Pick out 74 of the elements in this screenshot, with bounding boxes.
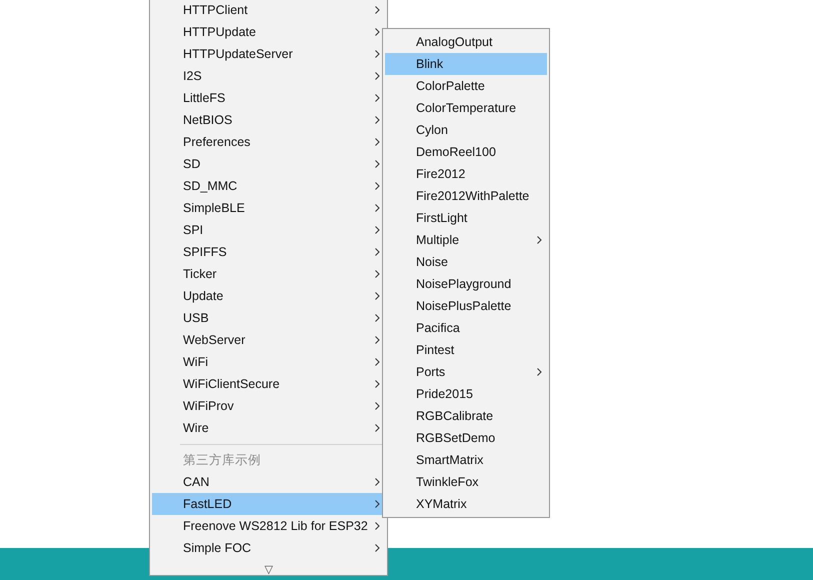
menu-item[interactable]: WebServer <box>152 329 385 351</box>
menu-item[interactable]: Noise <box>385 251 547 273</box>
menu-item[interactable]: Freenove WS2812 Lib for ESP32 <box>152 515 385 537</box>
menu-item[interactable]: USB <box>152 307 385 329</box>
menu-item[interactable]: NoisePlusPalette <box>385 295 547 317</box>
chevron-right-icon <box>375 336 380 344</box>
menu-item[interactable]: ColorPalette <box>385 75 547 97</box>
menu-section-header: 第三方库示例 <box>182 452 262 469</box>
chevron-right-icon <box>375 544 380 552</box>
menu-item[interactable]: Update <box>152 285 385 307</box>
chevron-right-icon <box>375 138 380 146</box>
menu-item[interactable]: Multiple <box>385 229 547 251</box>
menu-item[interactable]: I2S <box>152 65 385 87</box>
menu-item[interactable]: HTTPUpdateServer <box>152 43 385 65</box>
menu-item[interactable]: FastLED <box>152 493 385 515</box>
chevron-right-icon <box>375 358 380 366</box>
menu-item[interactable]: Cylon <box>385 119 547 141</box>
menu-item[interactable]: Pintest <box>385 339 547 361</box>
chevron-right-icon <box>375 116 380 124</box>
menu-item[interactable]: SPI <box>152 219 385 241</box>
chevron-right-icon <box>375 522 380 530</box>
chevron-right-icon <box>375 204 380 212</box>
chevron-right-icon <box>375 424 380 432</box>
chevron-right-icon <box>375 314 380 322</box>
menu-item[interactable]: Simple FOC <box>152 537 385 559</box>
menu-item[interactable]: HTTPClient <box>152 0 385 21</box>
menu-item[interactable]: RGBCalibrate <box>385 405 547 427</box>
menu-item[interactable]: Pride2015 <box>385 383 547 405</box>
menu-item[interactable]: WiFiProv <box>152 395 385 417</box>
menu-item[interactable]: HTTPUpdate <box>152 21 385 43</box>
menu-item[interactable]: Ticker <box>152 263 385 285</box>
menu-item[interactable]: LittleFS <box>152 87 385 109</box>
chevron-right-icon <box>375 72 380 80</box>
menu-item[interactable]: ColorTemperature <box>385 97 547 119</box>
menu-item[interactable]: Wire <box>152 417 385 439</box>
menu-item[interactable]: SPIFFS <box>152 241 385 263</box>
chevron-right-icon <box>537 236 542 244</box>
menu-item[interactable]: FirstLight <box>385 207 547 229</box>
chevron-right-icon <box>375 402 380 410</box>
menu-item[interactable]: SmartMatrix <box>385 449 547 471</box>
menu-item[interactable]: Fire2012 <box>385 163 547 185</box>
menu-item[interactable]: WiFiClientSecure <box>152 373 385 395</box>
menu-item[interactable]: Ports <box>385 361 547 383</box>
menu-item[interactable]: DemoReel100 <box>385 141 547 163</box>
chevron-right-icon <box>375 50 380 58</box>
menu-item[interactable]: AnalogOutput <box>385 31 547 53</box>
chevron-right-icon <box>375 226 380 234</box>
scroll-down-arrow[interactable]: ▽ <box>264 562 272 576</box>
menu-item[interactable]: SD_MMC <box>152 175 385 197</box>
chevron-right-icon <box>375 94 380 102</box>
menu-item[interactable]: TwinkleFox <box>385 471 547 493</box>
menu-item[interactable]: WiFi <box>152 351 385 373</box>
menu-item[interactable]: NoisePlayground <box>385 273 547 295</box>
menu-item[interactable]: RGBSetDemo <box>385 427 547 449</box>
chevron-right-icon <box>375 292 380 300</box>
menu-item[interactable]: NetBIOS <box>152 109 385 131</box>
chevron-right-icon <box>375 28 380 36</box>
menu-item[interactable]: XYMatrix <box>385 493 547 515</box>
chevron-right-icon <box>375 182 380 190</box>
menu-item[interactable]: SD <box>152 153 385 175</box>
chevron-right-icon <box>375 6 380 14</box>
menu-item[interactable]: Preferences <box>152 131 385 153</box>
menu-item[interactable]: Blink <box>385 53 547 75</box>
chevron-right-icon <box>375 500 380 508</box>
chevron-right-icon <box>375 248 380 256</box>
menu-item[interactable]: SimpleBLE <box>152 197 385 219</box>
menu-item[interactable]: Pacifica <box>385 317 547 339</box>
menu-item[interactable]: Fire2012WithPalette <box>385 185 547 207</box>
chevron-right-icon <box>375 160 380 168</box>
chevron-right-icon <box>375 270 380 278</box>
chevron-right-icon <box>375 380 380 388</box>
chevron-right-icon <box>537 368 542 376</box>
chevron-right-icon <box>375 478 380 486</box>
menu-item[interactable]: CAN <box>152 471 385 493</box>
